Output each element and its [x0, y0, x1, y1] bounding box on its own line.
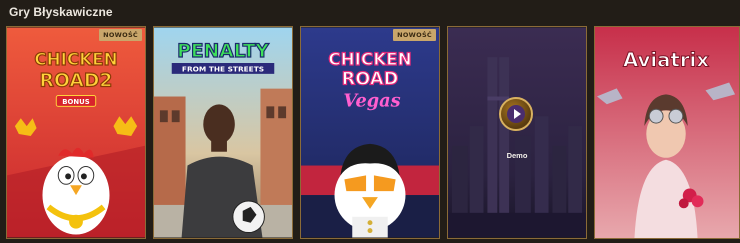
- logo-line-1: PENALTY: [177, 41, 269, 62]
- section-title: Gry Błyskawiczne: [9, 5, 113, 19]
- game-tile-chicken-road-vegas[interactable]: CHICKEN ROAD Vegas NOWOŚĆ: [300, 26, 440, 239]
- logo-line-2: ROAD2: [40, 71, 113, 92]
- logo-line-2: FROM THE STREETS: [182, 64, 264, 73]
- aviatrix-pilot-art: Aviatrix: [595, 27, 739, 238]
- logo-line-1: Aviatrix: [623, 49, 709, 72]
- logo-line-1: CHICKEN: [34, 49, 117, 69]
- play-icon: [507, 105, 525, 123]
- play-button[interactable]: [499, 97, 533, 131]
- logo-line-1: CHICKEN: [328, 49, 411, 69]
- game-tile-penalty[interactable]: PENALTY FROM THE STREETS: [153, 26, 293, 239]
- game-tile-chicken-road-2[interactable]: CHICKEN ROAD2 BONUS NOWOŚĆ: [6, 26, 146, 239]
- bonus-label: BONUS: [62, 98, 89, 106]
- new-badge: NOWOŚĆ: [393, 29, 436, 41]
- logo-line-2: ROAD: [342, 70, 399, 90]
- game-tile-aviatrix[interactable]: Aviatrix: [594, 26, 740, 239]
- penalty-player-art: PENALTY FROM THE STREETS: [154, 27, 292, 238]
- demo-label[interactable]: Demo: [448, 151, 586, 160]
- chicken-road-2-art: CHICKEN ROAD2 BONUS: [7, 27, 145, 238]
- city-night-art: [448, 27, 586, 238]
- chicken-road-vegas-art: CHICKEN ROAD Vegas: [301, 27, 439, 238]
- logo-line-3: Vegas: [343, 90, 400, 111]
- game-tile-demo[interactable]: Demo: [447, 26, 587, 239]
- new-badge: NOWOŚĆ: [99, 29, 142, 41]
